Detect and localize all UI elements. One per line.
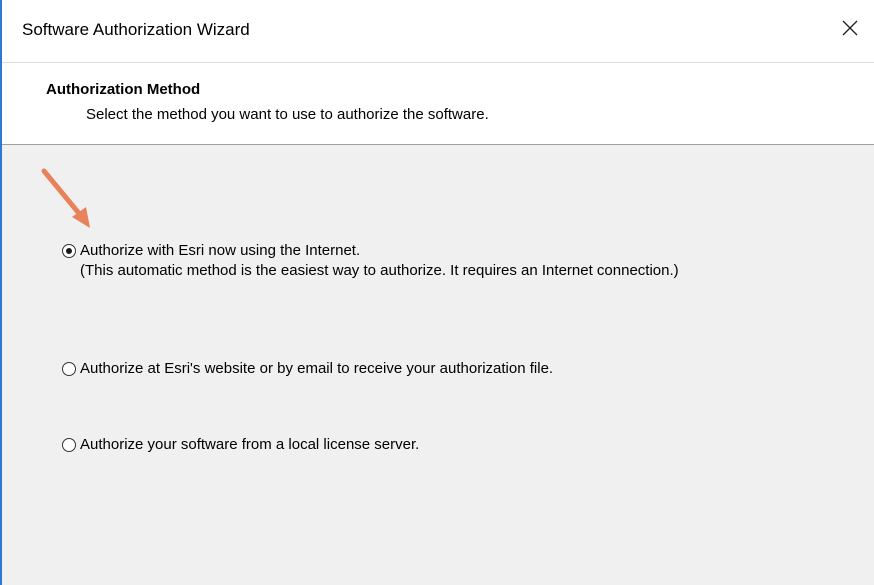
header-title: Authorization Method xyxy=(46,81,201,98)
radio-internet[interactable] xyxy=(62,244,76,258)
wizard-window: Software Authorization Wizard Authorizat… xyxy=(0,0,874,585)
header-subtitle: Select the method you want to use to aut… xyxy=(86,106,489,123)
radio-website-email[interactable] xyxy=(62,362,76,376)
radio-license-server[interactable] xyxy=(62,438,76,452)
option-internet-description: (This automatic method is the easiest wa… xyxy=(80,262,679,279)
close-button[interactable] xyxy=(836,14,864,42)
option-website-email[interactable]: Authorize at Esri's website or by email … xyxy=(62,359,553,379)
title-bar[interactable]: Software Authorization Wizard xyxy=(2,0,874,62)
wizard-header: Authorization Method Select the method y… xyxy=(2,62,874,145)
arrow-icon xyxy=(41,168,90,228)
option-internet-label: Authorize with Esri now using the Intern… xyxy=(80,242,361,259)
close-icon xyxy=(842,20,858,36)
option-website-email-label: Authorize at Esri's website or by email … xyxy=(80,360,554,377)
window-title: Software Authorization Wizard xyxy=(22,20,250,39)
option-license-server-label: Authorize your software from a local lic… xyxy=(80,436,420,453)
options-panel: Authorize with Esri now using the Intern… xyxy=(2,145,874,585)
option-internet[interactable]: Authorize with Esri now using the Intern… xyxy=(62,241,679,281)
option-license-server[interactable]: Authorize your software from a local lic… xyxy=(62,435,419,455)
